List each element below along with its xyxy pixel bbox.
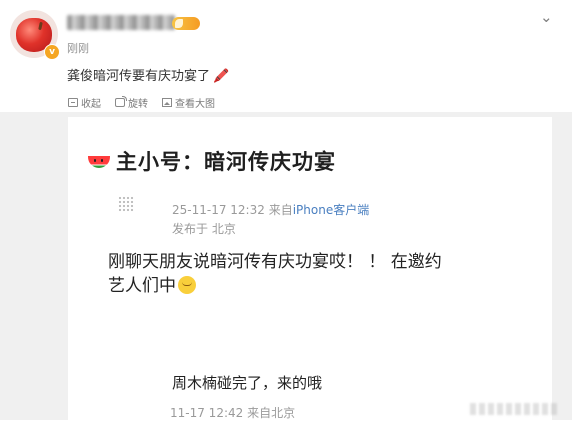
svip-icon [172,17,200,30]
rotate-button[interactable]: 旋转 [115,95,148,110]
image-meta-bottom: 11-17 12:42 来自北京 [170,406,296,420]
view-large-icon [162,97,172,107]
view-large-button[interactable]: 查看大图 [162,95,215,110]
avatar-placeholder [118,196,134,212]
crayon-emoji-icon: 🖍️ [213,69,230,84]
meta-source: iPhone客户端 [292,203,370,217]
body-line-2-wrap: 艺人们中 [108,274,538,298]
collapse-icon [68,97,78,107]
collapse-label: 收起 [81,98,101,110]
image-body-text: 刚聊天朋友说暗河传有庆功宴哎！ ！ 在邀约 艺人们中 [108,250,538,298]
post-time: 刚刚 [67,42,89,55]
image-body-text-2: 周木楠碰完了，来的哦 [172,374,323,392]
view-large-label: 查看大图 [175,98,215,110]
meta-date: 25-11-17 12:32 [172,203,265,217]
rotate-icon [115,95,127,107]
watermark [470,403,560,415]
rotate-label: 旋转 [128,98,148,110]
smiley-icon [178,276,196,294]
post-text: 龚俊暗河传要有庆功宴了 🖍️ [67,65,229,84]
image-title-text: 主小号：暗河传庆功宴 [116,150,336,174]
body-line-1: 刚聊天朋友说暗河传有庆功宴哎！ ！ 在邀约 [108,252,442,272]
chevron-down-icon[interactable]: ⌄ [540,8,553,26]
image-title: 主小号：暗河传庆功宴 [88,146,336,176]
username-blurred[interactable] [67,15,175,30]
collapse-button[interactable]: 收起 [68,95,101,110]
image-meta-date: 25-11-17 12:32 来自iPhone客户端 [172,201,369,218]
verified-icon: v [44,44,60,60]
watermelon-icon [88,156,110,168]
image-meta-location: 发布于 北京 [172,222,236,236]
meta-from: 来自 [268,203,293,217]
post-text-content: 龚俊暗河传要有庆功宴了 [67,69,211,84]
image-action-bar: 收起 旋转 查看大图 [68,95,215,110]
body-line-2: 艺人们中 [108,276,176,296]
